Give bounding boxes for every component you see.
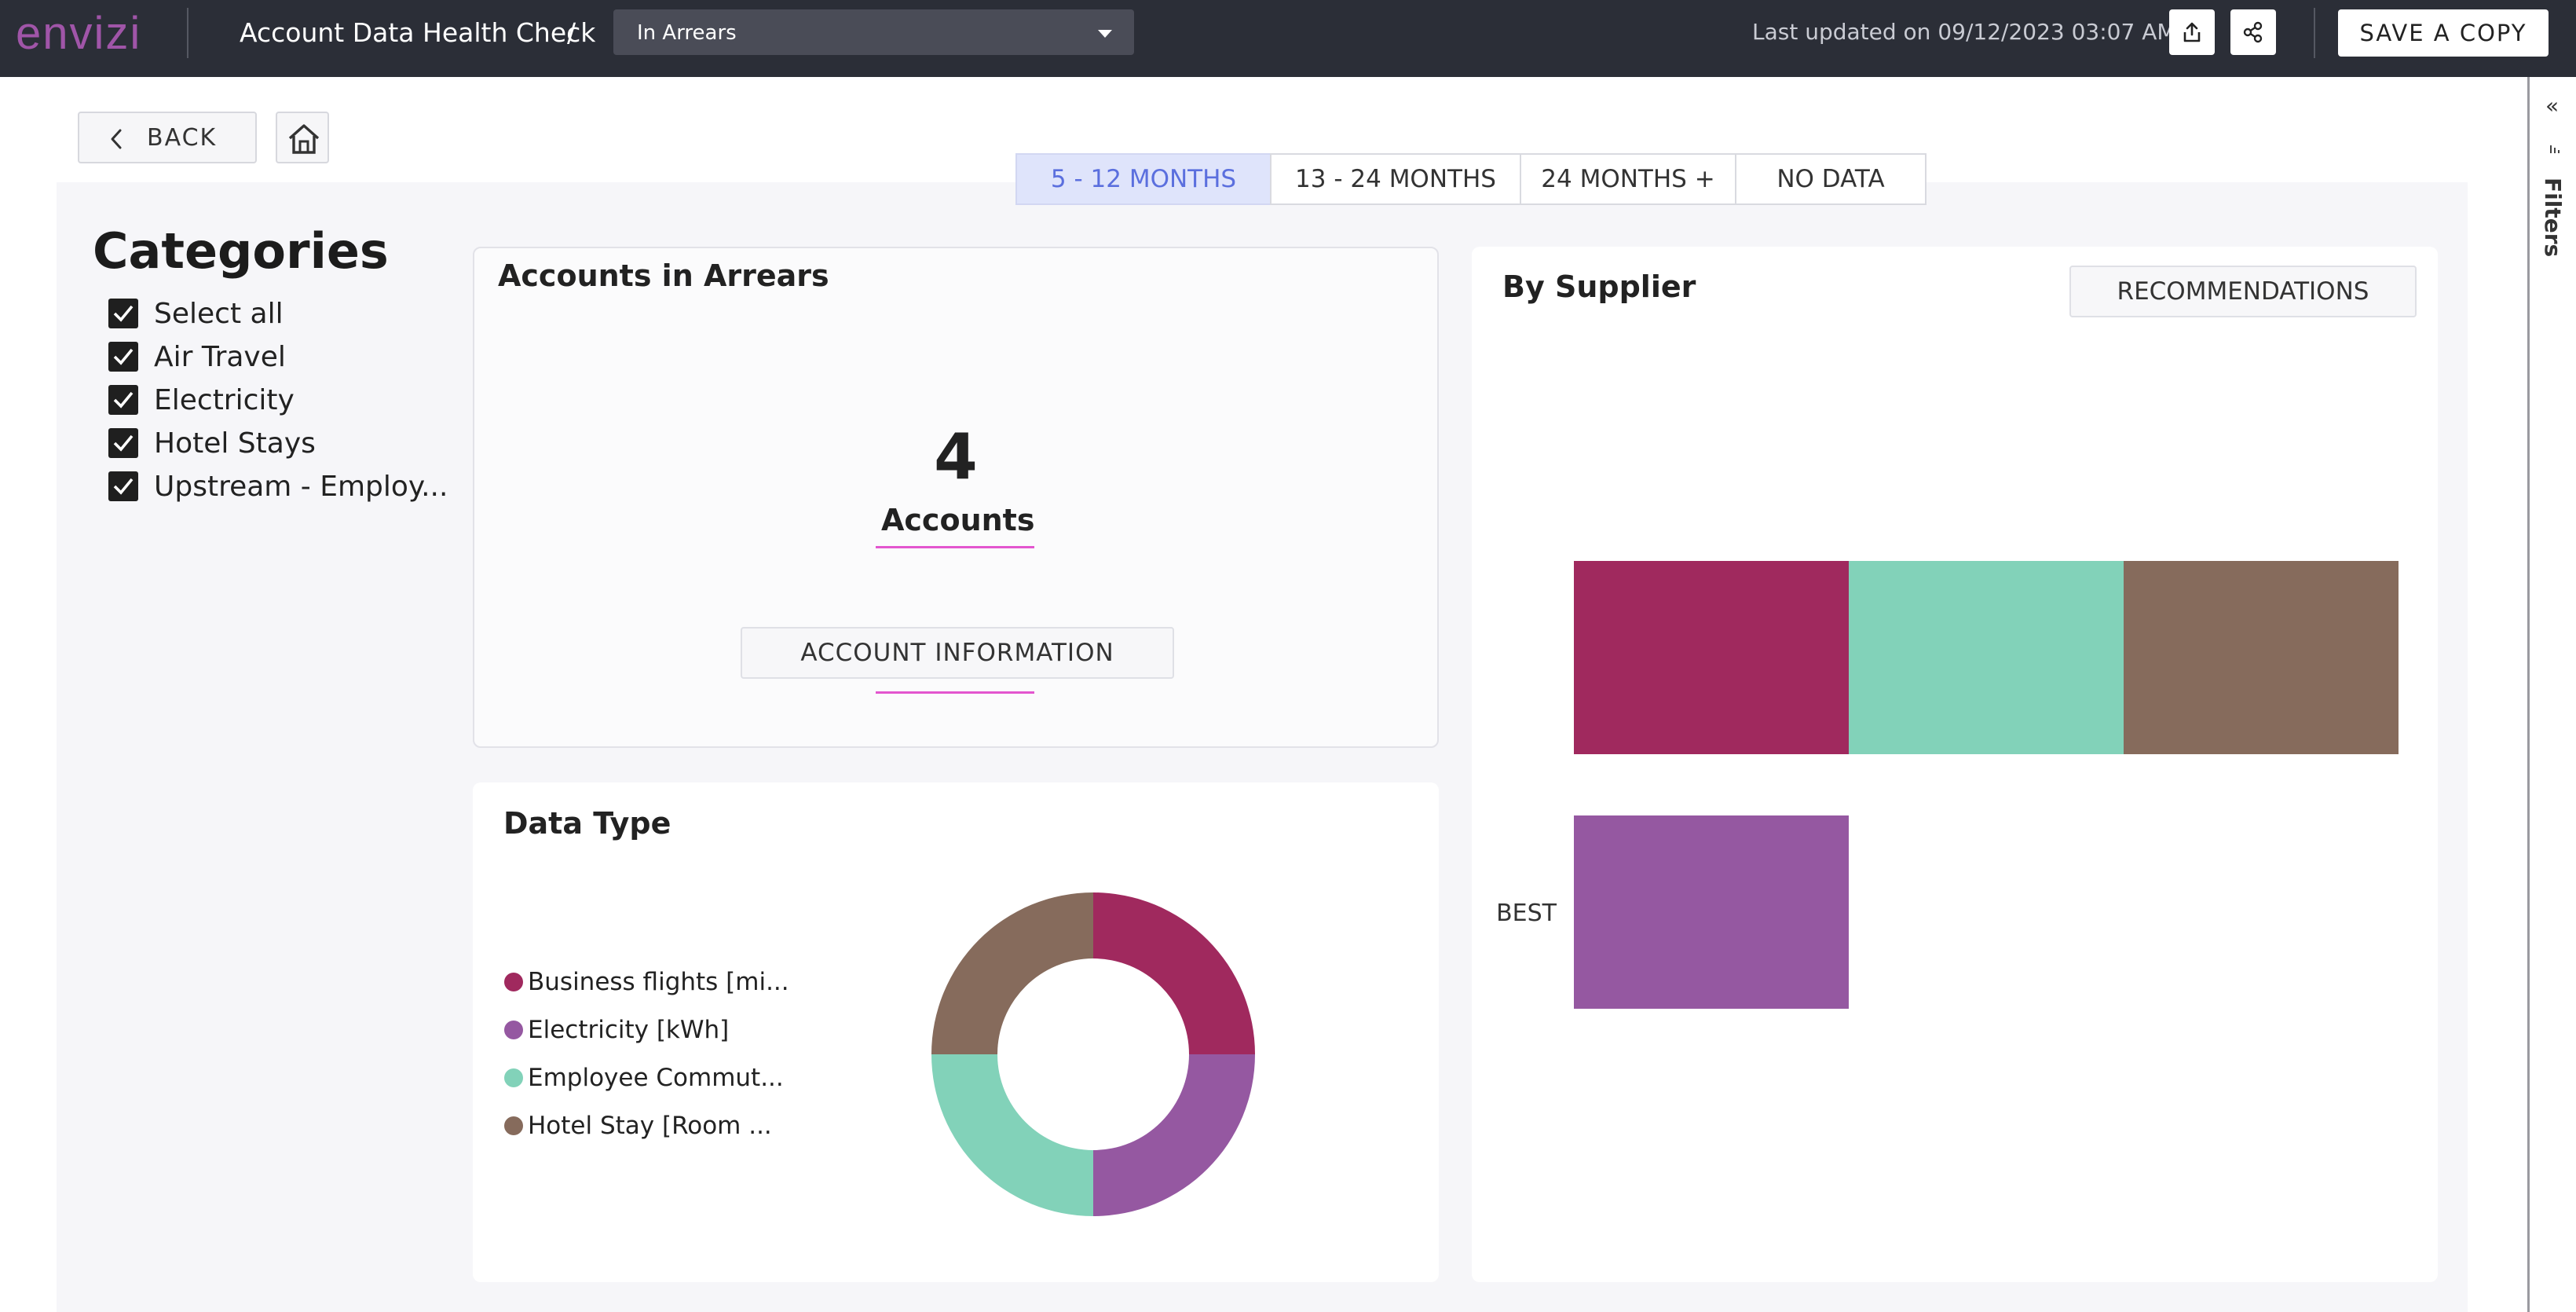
category-label: Upstream - Employ... — [154, 471, 448, 503]
tab-no-data[interactable]: NO DATA — [1735, 153, 1927, 205]
category-label: Hotel Stays — [154, 427, 316, 460]
share-icon — [2243, 21, 2263, 43]
donut-slice-2[interactable] — [1093, 1054, 1255, 1216]
last-updated-text: Last updated on 09/12/2023 03:07 AM — [1752, 19, 2176, 45]
account-information-button[interactable]: ACCOUNT INFORMATION — [741, 627, 1174, 679]
legend-swatch — [504, 973, 523, 991]
checkbox-checked[interactable] — [108, 299, 138, 328]
home-button[interactable] — [276, 112, 329, 163]
accounts-count-label: Accounts — [881, 503, 1035, 537]
legend-swatch — [504, 1068, 523, 1087]
view-select-value: In Arrears — [637, 21, 737, 45]
supplier-bar-row1-seg1[interactable] — [1574, 561, 1849, 754]
checkmark-icon — [113, 478, 134, 495]
supplier-bar-row2-seg1[interactable] — [1574, 815, 1849, 1009]
data-type-title: Data Type — [503, 806, 671, 841]
donut-slice-3[interactable] — [931, 1054, 1093, 1216]
filters-label[interactable]: Filters — [2540, 178, 2566, 257]
share-button[interactable] — [2230, 9, 2276, 55]
checkmark-icon — [113, 391, 134, 409]
breadcrumb-separator: / — [567, 17, 576, 48]
checkbox-checked[interactable] — [108, 342, 138, 372]
tab-13-24-months[interactable]: 13 - 24 MONTHS — [1270, 153, 1521, 205]
checkbox-checked[interactable] — [108, 471, 138, 501]
supplier-bar-row1-seg3[interactable] — [2124, 561, 2399, 754]
double-chevron-left-icon[interactable]: « — [2545, 94, 2559, 118]
donut-slice-4[interactable] — [931, 892, 1093, 1054]
caret-down-icon — [1098, 30, 1112, 38]
chevron-left-icon — [111, 129, 122, 149]
legend-label: Business flights [mi... — [528, 968, 789, 996]
legend-label: Employee Commut... — [528, 1064, 784, 1092]
accounts-count: 4 — [934, 420, 978, 493]
category-label: Air Travel — [154, 341, 286, 373]
back-button[interactable]: BACK — [78, 112, 257, 163]
categories-title: Categories — [93, 222, 389, 280]
by-supplier-bar-chart: BEST — [1496, 561, 2399, 1009]
legend-label: Hotel Stay [Room ... — [528, 1112, 772, 1140]
tab-5-12-months[interactable]: 5 - 12 MONTHS — [1015, 153, 1272, 205]
top-bar: envizi Account Data Health Check / In Ar… — [0, 0, 2576, 77]
category-label: Select all — [154, 298, 284, 330]
legend-label: Electricity [kWh] — [528, 1016, 730, 1044]
home-icon — [288, 124, 320, 154]
filter-icon — [2550, 145, 2560, 153]
checkbox-checked[interactable] — [108, 428, 138, 458]
back-label: BACK — [147, 124, 218, 152]
view-select-dropdown[interactable]: In Arrears — [613, 9, 1134, 55]
dashboard-title: Account Data Health Check — [240, 17, 596, 48]
save-copy-button[interactable]: SAVE A COPY — [2338, 9, 2549, 57]
checkmark-icon — [113, 348, 134, 365]
supplier-category-label: BEST — [1496, 900, 1557, 927]
data-type-donut-chart — [931, 892, 1255, 1216]
legend-swatch — [504, 1116, 523, 1135]
filters-side-panel[interactable]: « Filters — [2527, 77, 2576, 1312]
accounts-underline — [876, 546, 1034, 548]
topbar-divider — [187, 8, 188, 58]
checkmark-icon — [113, 434, 134, 452]
envizi-logo: envizi — [16, 8, 142, 59]
account-info-underline — [876, 691, 1034, 694]
topbar-divider — [2314, 8, 2315, 58]
export-button[interactable] — [2169, 9, 2215, 55]
export-icon — [2183, 22, 2201, 42]
legend-swatch — [504, 1021, 523, 1039]
tab-24-months-plus[interactable]: 24 MONTHS + — [1520, 153, 1736, 205]
donut-slice-1[interactable] — [1093, 892, 1255, 1054]
checkbox-checked[interactable] — [108, 385, 138, 415]
category-label: Electricity — [154, 384, 295, 416]
age-range-tabs: 5 - 12 MONTHS 13 - 24 MONTHS 24 MONTHS +… — [1015, 153, 1927, 208]
supplier-bar-row1-seg2[interactable] — [1849, 561, 2124, 754]
accounts-card-title: Accounts in Arrears — [498, 258, 829, 293]
checkmark-icon — [113, 305, 134, 322]
